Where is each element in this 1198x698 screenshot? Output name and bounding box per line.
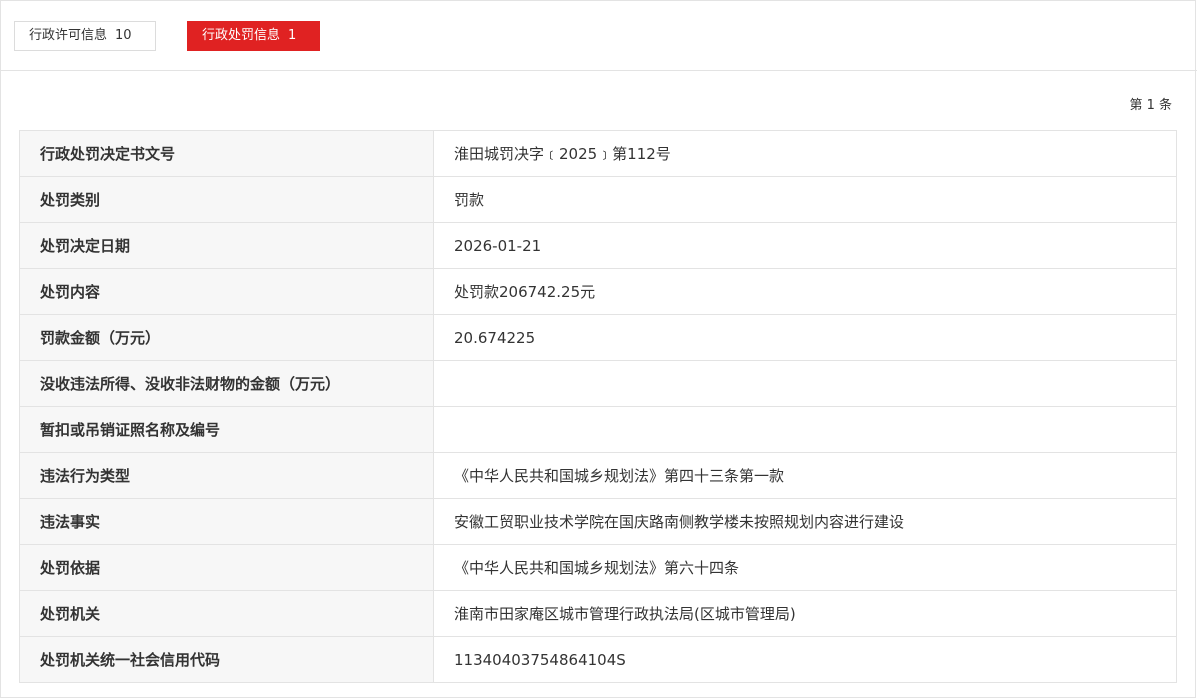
field-label: 没收违法所得、没收非法财物的金额（万元） — [19, 360, 434, 407]
field-value: 《中华人民共和国城乡规划法》第四十三条第一款 — [433, 452, 1177, 499]
field-label: 行政处罚决定书文号 — [19, 130, 434, 177]
table-row: 处罚内容 处罚款206742.25元 — [19, 268, 1177, 315]
field-value: 20.674225 — [433, 314, 1177, 361]
field-value: 安徽工贸职业技术学院在国庆路南侧教学楼未按照规划内容进行建设 — [433, 498, 1177, 545]
field-label: 处罚机关统一社会信用代码 — [19, 636, 434, 683]
field-label: 违法行为类型 — [19, 452, 434, 499]
field-label: 罚款金额（万元） — [19, 314, 434, 361]
field-value: 淮南市田家庵区城市管理行政执法局(区城市管理局) — [433, 590, 1177, 637]
field-value: 处罚款206742.25元 — [433, 268, 1177, 315]
table-row: 处罚机关统一社会信用代码 11340403754864104S — [19, 636, 1177, 683]
record-index: 第 1 条 — [1129, 98, 1172, 113]
field-value: 淮田城罚决字﹝2025﹞第112号 — [433, 130, 1177, 177]
field-label: 违法事实 — [19, 498, 434, 545]
field-value: 罚款 — [433, 176, 1177, 223]
field-label: 处罚机关 — [19, 590, 434, 637]
field-value: 《中华人民共和国城乡规划法》第六十四条 — [433, 544, 1177, 591]
field-value — [433, 406, 1177, 453]
table-row: 处罚决定日期 2026-01-21 — [19, 222, 1177, 269]
tab-administrative-permit[interactable]: 行政许可信息 10 — [14, 21, 156, 51]
tab-count: 1 — [288, 28, 297, 43]
table-row: 处罚依据 《中华人民共和国城乡规划法》第六十四条 — [19, 544, 1177, 591]
tab-administrative-penalty[interactable]: 行政处罚信息 1 — [187, 21, 320, 51]
field-label: 处罚决定日期 — [19, 222, 434, 269]
table-row: 处罚类别 罚款 — [19, 176, 1177, 223]
tab-bar: 行政许可信息 10 行政处罚信息 1 — [1, 1, 1197, 71]
field-value: 2026-01-21 — [433, 222, 1177, 269]
tab-count: 10 — [115, 28, 132, 43]
field-label: 处罚类别 — [19, 176, 434, 223]
table-row: 违法行为类型 《中华人民共和国城乡规划法》第四十三条第一款 — [19, 452, 1177, 499]
table-row: 行政处罚决定书文号 淮田城罚决字﹝2025﹞第112号 — [19, 130, 1177, 177]
field-label: 暂扣或吊销证照名称及编号 — [19, 406, 434, 453]
field-value — [433, 360, 1177, 407]
table-row: 违法事实 安徽工贸职业技术学院在国庆路南侧教学楼未按照规划内容进行建设 — [19, 498, 1177, 545]
field-label: 处罚内容 — [19, 268, 434, 315]
table-row: 没收违法所得、没收非法财物的金额（万元） — [19, 360, 1177, 407]
tab-label: 行政许可信息 — [29, 28, 108, 43]
table-row: 处罚机关 淮南市田家庵区城市管理行政执法局(区城市管理局) — [19, 590, 1177, 637]
record-body: 行政处罚决定书文号 淮田城罚决字﹝2025﹞第112号 处罚类别 罚款 处罚决定日期 20… — [19, 130, 1177, 683]
tab-label: 行政处罚信息 — [202, 28, 281, 43]
table-row: 罚款金额（万元） 20.674225 — [19, 314, 1177, 361]
field-value: 11340403754864104S — [433, 636, 1177, 683]
field-label: 处罚依据 — [19, 544, 434, 591]
penalty-record-table: 行政处罚决定书文号 淮田城罚决字﹝2025﹞第112号 处罚类别 罚款 处罚决定日期 20… — [19, 130, 1177, 683]
table-row: 暂扣或吊销证照名称及编号 — [19, 406, 1177, 453]
